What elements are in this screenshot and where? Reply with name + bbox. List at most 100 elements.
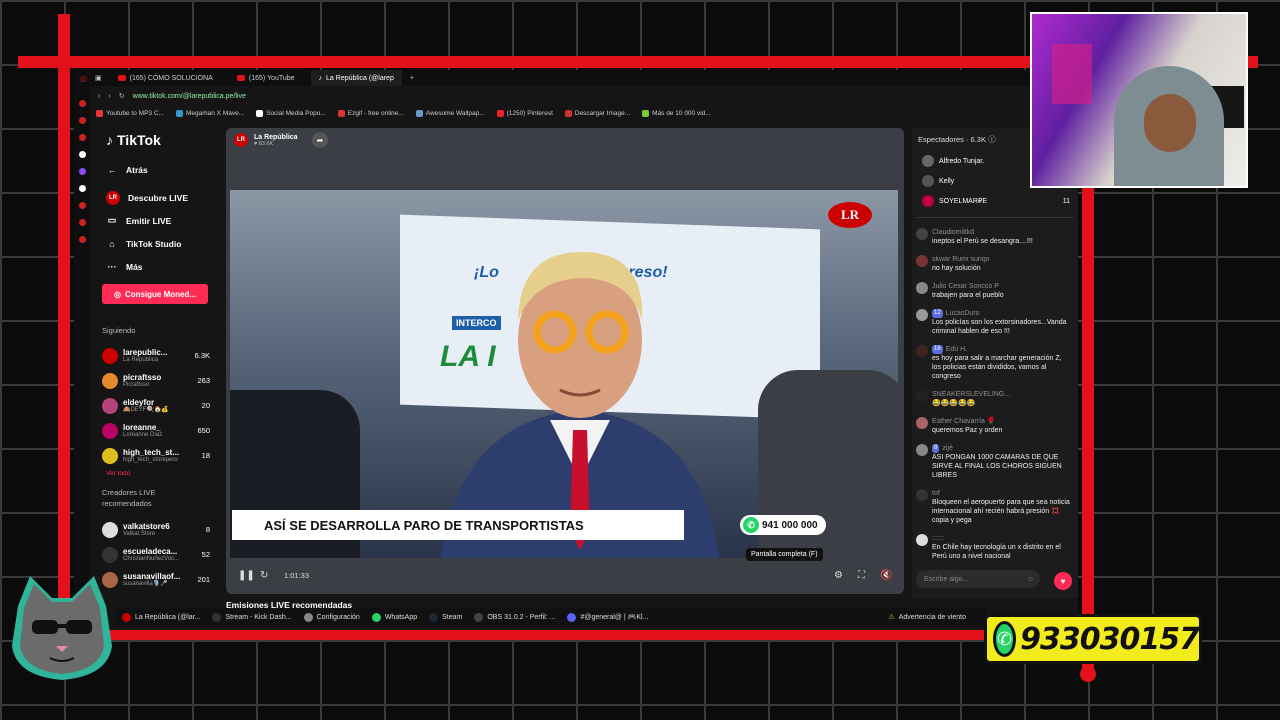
nav-back[interactable]: ← Atrás (96, 158, 216, 181)
chat-username[interactable]: Julio Cesar Soncco P (932, 282, 1072, 291)
creator-item[interactable]: escueladeca... ChristianNuñezVoc... 52 (96, 542, 216, 567)
address-bar[interactable]: ‹ › ↻ www.tiktok.com/@larepublica.pe/liv… (74, 86, 1078, 106)
nav-go-live[interactable]: ▭ Emitir LIVE (96, 209, 216, 232)
tiktok-logo[interactable]: ♪ TikTok (106, 132, 216, 148)
see-all-link[interactable]: Ver todo (106, 470, 216, 477)
chat-message: Claudiomiltkd ineptos el Perú se desangra… (912, 226, 1078, 248)
avatar (916, 228, 928, 240)
like-heart-button[interactable]: ♥ (1054, 572, 1072, 590)
sidebar-app-icon[interactable] (78, 134, 86, 141)
player-header: LR La República ♥ 83.6K ➦ (226, 128, 904, 152)
coin-icon: ◎ (113, 289, 121, 299)
youtube-icon (117, 75, 126, 81)
chat-username[interactable]: SNEAKERSLEVELING... (932, 390, 1072, 399)
creator-item-name: valkatstore6 (123, 521, 170, 531)
creator-item-name: escueladeca... (123, 546, 178, 556)
avatar (916, 282, 928, 294)
opera-icon[interactable]: ◎ (80, 74, 87, 83)
taskbar-item[interactable]: #@general@ | 🎮Kl... (567, 612, 648, 622)
reload-icon[interactable]: ↻ (119, 92, 125, 100)
bookmark-item[interactable]: Awesome Wallpap... (415, 110, 485, 118)
bookmark-item[interactable]: Youtube to MP3 C... (96, 110, 164, 118)
sidebar-app-icon[interactable] (78, 219, 86, 226)
sidebar-app-icon[interactable] (78, 202, 86, 209)
player-controls: ❚❚ ↻ 1:01:33 ⚙ ⛶ 🔇 (226, 560, 904, 590)
chat-username[interactable]: :::::: (932, 534, 1072, 543)
sidebar-app-icon[interactable] (78, 168, 86, 175)
bookmark-item[interactable]: Megaman X Mave... (175, 110, 244, 118)
taskbar-item[interactable]: OBS 31.0.2 - Perfil: ... (474, 612, 555, 622)
chat-username[interactable]: skwar Rumi sunqo (932, 255, 1072, 264)
creator-item[interactable]: valkatstore6 Valkat Store 8 (96, 517, 216, 542)
avatar (916, 390, 928, 402)
chat-username[interactable]: Esther Chavarría 🌹 (932, 417, 1072, 426)
chat-username[interactable]: tof (932, 489, 1072, 498)
sidebar-app-icon[interactable] (78, 236, 86, 243)
back-arrow-icon[interactable]: ‹ (98, 93, 100, 100)
following-item[interactable]: larepublic... La República 6.3K (96, 343, 216, 368)
channel-avatar[interactable]: LR (234, 133, 248, 147)
taskbar-item[interactable]: La República (@lar... (122, 612, 200, 622)
refresh-icon[interactable]: ↻ (260, 570, 268, 581)
forward-arrow-icon[interactable]: › (108, 93, 110, 100)
pause-icon[interactable]: ❚❚ (238, 570, 255, 581)
speaker-figure (440, 251, 720, 558)
mute-icon[interactable]: 🔇 (880, 570, 892, 581)
weather-warning[interactable]: ⚠ Advertencia de viento (888, 613, 966, 622)
following-list: larepublic... La República 6.3K picraftsso P… (96, 343, 216, 468)
chat-username[interactable]: 16 Edú H. (932, 345, 1072, 354)
chat-username[interactable]: 12 LucasDuro (932, 309, 1072, 318)
sidebar-app-icon[interactable] (78, 100, 86, 107)
tiktok-left-nav: ♪ TikTok ← Atrás LR Descubre LIVE ▭ Emitir L… (96, 132, 216, 622)
top-viewer[interactable]: SOYELMAR₽E 11 (912, 191, 1078, 211)
avatar (102, 521, 118, 538)
tiktok-note-icon: ♪ (106, 132, 113, 148)
sidebar-app-icon[interactable] (78, 151, 86, 158)
chat-message: skwar Rumi sunqo no hay solución (912, 253, 1078, 275)
taskbar-item[interactable]: Configuración (303, 612, 360, 622)
following-item[interactable]: picraftsso Picraftsso 263 (96, 368, 216, 393)
taskbar-item[interactable]: Steam (429, 612, 462, 622)
avatar (916, 309, 928, 321)
chat-username[interactable]: 8 zijé (932, 444, 1072, 453)
workspaces-icon[interactable]: ▣ (95, 74, 102, 82)
emoji-icon[interactable]: ☺ (1027, 576, 1034, 583)
chat-message-text: no hay solución (932, 265, 981, 272)
settings-gear-icon[interactable]: ⚙ (834, 570, 843, 581)
sidebar-app-icon[interactable] (78, 117, 86, 124)
nav-discover-live[interactable]: LR Descubre LIVE (96, 186, 216, 209)
bookmark-item[interactable]: (1250) Pinterest (496, 110, 553, 118)
nav-tiktok-studio[interactable]: ⌂ TikTok Studio (96, 232, 216, 255)
chat-message: 16 Edú H. es hoy para salir a marchar gene… (912, 343, 1078, 383)
video-frame[interactable]: ¡Lo ngreso! INTERCO LA I LR ASÍ SE DESARR… (230, 190, 898, 558)
nav-more[interactable]: ··· Más (96, 255, 216, 278)
sidebar-app-icon[interactable] (78, 185, 86, 192)
tab-youtube-1[interactable]: (165) CÓMO SOLUCIONA (110, 70, 221, 86)
taskbar-item-label: Configuración (316, 613, 360, 621)
fullscreen-icon[interactable]: ⛶ (858, 570, 865, 581)
tab-youtube-2[interactable]: (165) YouTube (229, 70, 303, 86)
share-icon[interactable]: ➦ (312, 132, 328, 148)
following-item-subtitle: Picraftsso (123, 381, 150, 388)
chat-username[interactable]: Claudiomiltkd (932, 228, 1072, 237)
get-coins-button[interactable]: ◎ Consigue Moned... (102, 284, 208, 304)
top-viewer-count: 11 (1062, 197, 1070, 205)
following-item[interactable]: high_tech_st... high_tech_storeperu 18 (96, 443, 216, 468)
lower-third-caption: ASÍ SE DESARROLLA PARO DE TRANSPORTISTAS (232, 510, 684, 540)
level-badge: 12 (932, 309, 943, 318)
tab-tiktok[interactable]: ♪ La República (@larep (310, 70, 402, 86)
chat-input[interactable]: Escribe algo... ☺ (916, 570, 1040, 588)
taskbar-item[interactable]: WhatsApp (371, 612, 417, 622)
new-tab-button[interactable]: + (410, 75, 414, 82)
following-item-viewer-count: 650 (197, 426, 210, 435)
bookmark-item[interactable]: Descargar Image... (564, 110, 630, 118)
following-item[interactable]: eldeyfor 🙈DEYF🍭🏠💰 20 (96, 393, 216, 418)
bookmark-item[interactable]: Más de 10 000 vid... (642, 110, 711, 118)
bookmark-item[interactable]: Ezgif - free online... (337, 110, 404, 118)
following-item[interactable]: loreanne_ Loreanne Díaz 650 (96, 418, 216, 443)
home-icon: ⌂ (109, 238, 115, 249)
bookmark-item[interactable]: Social Media Popu... (256, 110, 326, 118)
channel-name[interactable]: La República (254, 134, 298, 141)
url-text[interactable]: www.tiktok.com/@larepublica.pe/live (133, 93, 246, 100)
taskbar-item[interactable]: Stream - Kick Dash... (212, 612, 292, 622)
